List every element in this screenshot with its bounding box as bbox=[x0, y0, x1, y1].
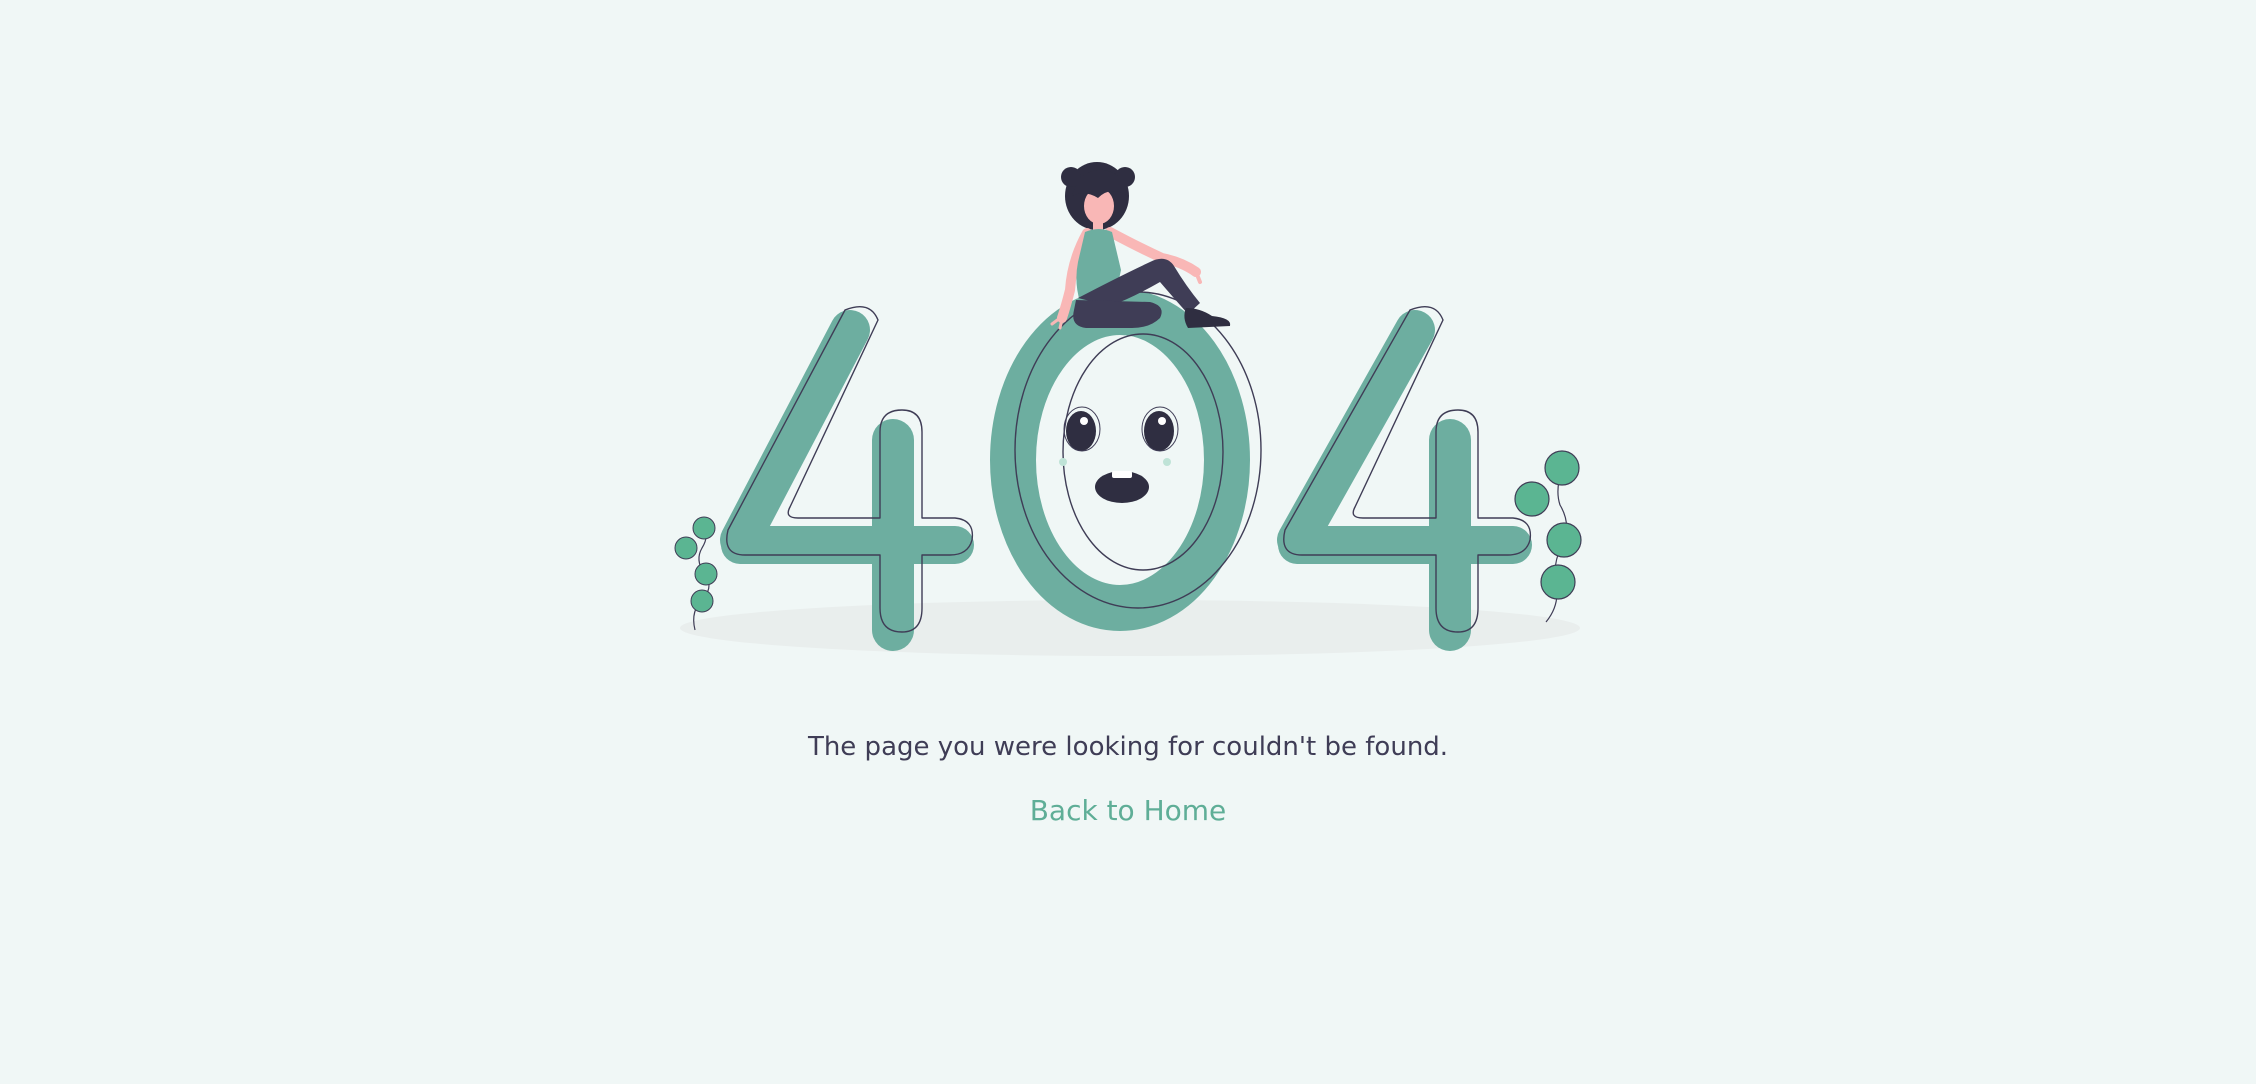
error-404-illustration bbox=[674, 162, 1582, 656]
girl-figure bbox=[1050, 162, 1231, 330]
digit-zero bbox=[990, 289, 1262, 631]
digit-four-right bbox=[1277, 306, 1532, 651]
back-link-container: Back to Home bbox=[0, 791, 2256, 831]
face bbox=[1059, 406, 1179, 503]
not-found-message: The page you were looking for couldn't b… bbox=[807, 732, 1449, 762]
plant-left bbox=[674, 516, 718, 631]
digit-four-left bbox=[720, 306, 974, 651]
back-to-home-link[interactable]: Back to Home bbox=[1030, 794, 1227, 827]
